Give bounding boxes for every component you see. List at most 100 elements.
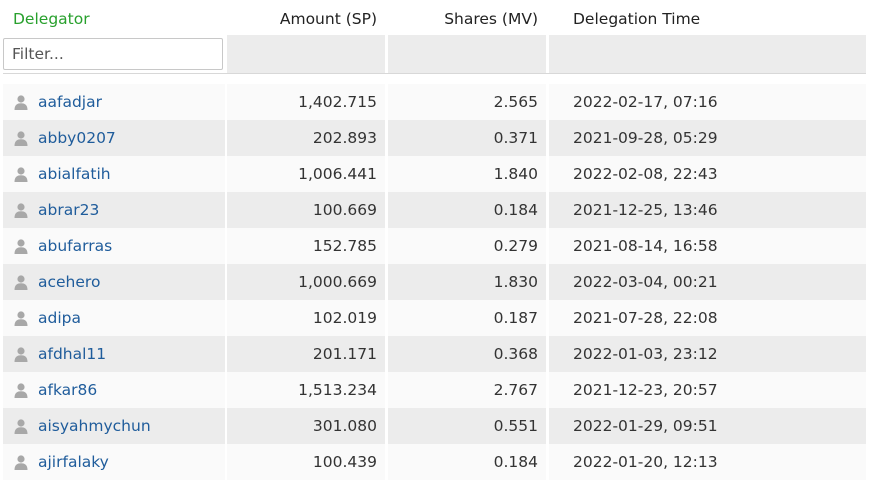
delegator-link[interactable]: abby0207 <box>38 129 116 147</box>
time-cell: 2022-01-20, 12:13 <box>549 444 866 480</box>
delegator-cell: ajirfalaky <box>3 444 225 480</box>
amount-value: 100.439 <box>312 453 377 471</box>
amount-cell: 100.439 <box>227 444 385 480</box>
user-silhouette-icon <box>13 346 29 362</box>
column-header-delegator[interactable]: Delegator <box>3 3 225 35</box>
amount-value: 1,006.441 <box>298 165 377 183</box>
delegations-table: Delegator Amount (SP) Shares (MV) Delega… <box>3 3 866 480</box>
delegator-link[interactable]: acehero <box>38 273 100 291</box>
delegation-time-value: 2022-02-08, 22:43 <box>573 165 718 183</box>
shares-value: 0.184 <box>493 453 538 471</box>
delegator-cell: abialfatih <box>3 156 225 192</box>
shares-value: 0.368 <box>493 345 538 363</box>
shares-cell: 0.187 <box>388 300 546 336</box>
delegator-cell: afdhal11 <box>3 336 225 372</box>
delegation-time-value: 2022-02-17, 07:16 <box>573 93 718 111</box>
table-row: abby0207 202.893 0.371 2021-09-28, 05:29 <box>3 120 866 156</box>
delegation-time-value: 2021-09-28, 05:29 <box>573 129 718 147</box>
user-silhouette-icon <box>13 238 29 254</box>
table-row: abufarras 152.785 0.279 2021-08-14, 16:5… <box>3 228 866 264</box>
user-silhouette-icon <box>13 310 29 326</box>
shares-value: 0.371 <box>493 129 538 147</box>
shares-value: 0.184 <box>493 201 538 219</box>
filter-cell <box>3 35 225 73</box>
user-silhouette-icon <box>13 274 29 290</box>
amount-cell: 202.893 <box>227 120 385 156</box>
column-header-amount[interactable]: Amount (SP) <box>227 3 385 35</box>
table-row: acehero 1,000.669 1.830 2022-03-04, 00:2… <box>3 264 866 300</box>
shares-cell: 0.279 <box>388 228 546 264</box>
delegator-link[interactable]: afkar86 <box>38 381 97 399</box>
shares-cell: 0.184 <box>388 444 546 480</box>
header-divider <box>3 73 866 84</box>
delegator-cell: abrar23 <box>3 192 225 228</box>
amount-value: 202.893 <box>312 129 377 147</box>
time-cell: 2022-03-04, 00:21 <box>549 264 866 300</box>
amount-value: 1,000.669 <box>298 273 377 291</box>
shares-value: 0.187 <box>493 309 538 327</box>
delegation-time-value: 2021-07-28, 22:08 <box>573 309 718 327</box>
time-cell: 2022-02-17, 07:16 <box>549 84 866 120</box>
shares-cell: 0.368 <box>388 336 546 372</box>
table-row: abialfatih 1,006.441 1.840 2022-02-08, 2… <box>3 156 866 192</box>
delegator-link[interactable]: abrar23 <box>38 201 99 219</box>
delegator-link[interactable]: adipa <box>38 309 81 327</box>
table-row: abrar23 100.669 0.184 2021-12-25, 13:46 <box>3 192 866 228</box>
shares-cell: 0.184 <box>388 192 546 228</box>
shares-cell: 0.371 <box>388 120 546 156</box>
user-silhouette-icon <box>13 94 29 110</box>
table-row: afkar86 1,513.234 2.767 2021-12-23, 20:5… <box>3 372 866 408</box>
user-silhouette-icon <box>13 454 29 470</box>
table-body: aafadjar 1,402.715 2.565 2022-02-17, 07:… <box>3 84 866 480</box>
amount-cell: 152.785 <box>227 228 385 264</box>
column-header-shares[interactable]: Shares (MV) <box>388 3 546 35</box>
table-row: afdhal11 201.171 0.368 2022-01-03, 23:12 <box>3 336 866 372</box>
user-silhouette-icon <box>13 382 29 398</box>
amount-value: 102.019 <box>312 309 377 327</box>
amount-cell: 1,402.715 <box>227 84 385 120</box>
shares-cell: 0.551 <box>388 408 546 444</box>
delegation-time-value: 2022-01-03, 23:12 <box>573 345 718 363</box>
delegator-link[interactable]: afdhal11 <box>38 345 106 363</box>
amount-cell: 102.019 <box>227 300 385 336</box>
delegation-time-value: 2022-01-29, 09:51 <box>573 417 718 435</box>
shares-cell: 2.565 <box>388 84 546 120</box>
delegation-time-value: 2021-12-23, 20:57 <box>573 381 718 399</box>
delegator-link[interactable]: abialfatih <box>38 165 111 183</box>
amount-cell: 1,513.234 <box>227 372 385 408</box>
filter-row <box>3 35 866 73</box>
delegator-cell: acehero <box>3 264 225 300</box>
time-cell: 2022-01-03, 23:12 <box>549 336 866 372</box>
table-row: adipa 102.019 0.187 2021-07-28, 22:08 <box>3 300 866 336</box>
delegator-link[interactable]: aisyahmychun <box>38 417 151 435</box>
table-row: ajirfalaky 100.439 0.184 2022-01-20, 12:… <box>3 444 866 480</box>
delegator-cell: abufarras <box>3 228 225 264</box>
time-cell: 2021-07-28, 22:08 <box>549 300 866 336</box>
amount-cell: 301.080 <box>227 408 385 444</box>
user-silhouette-icon <box>13 202 29 218</box>
delegation-time-value: 2021-08-14, 16:58 <box>573 237 718 255</box>
amount-value: 301.080 <box>312 417 377 435</box>
shares-cell: 1.840 <box>388 156 546 192</box>
delegator-link[interactable]: aafadjar <box>38 93 102 111</box>
column-header-delegation-time[interactable]: Delegation Time <box>549 3 866 35</box>
time-cell: 2022-01-29, 09:51 <box>549 408 866 444</box>
user-silhouette-icon <box>13 166 29 182</box>
time-cell: 2021-09-28, 05:29 <box>549 120 866 156</box>
time-cell: 2021-12-23, 20:57 <box>549 372 866 408</box>
table-row: aisyahmychun 301.080 0.551 2022-01-29, 0… <box>3 408 866 444</box>
shares-value: 0.551 <box>493 417 538 435</box>
shares-value: 1.840 <box>493 165 538 183</box>
amount-cell: 1,006.441 <box>227 156 385 192</box>
filter-cell-empty <box>549 35 866 73</box>
delegator-cell: aafadjar <box>3 84 225 120</box>
amount-value: 1,402.715 <box>298 93 377 111</box>
amount-value: 1,513.234 <box>298 381 377 399</box>
delegator-link[interactable]: ajirfalaky <box>38 453 109 471</box>
shares-value: 1.830 <box>493 273 538 291</box>
shares-value: 2.767 <box>493 381 538 399</box>
delegator-link[interactable]: abufarras <box>38 237 112 255</box>
delegator-cell: aisyahmychun <box>3 408 225 444</box>
filter-input[interactable] <box>3 38 223 70</box>
filter-cell-empty <box>388 35 546 73</box>
